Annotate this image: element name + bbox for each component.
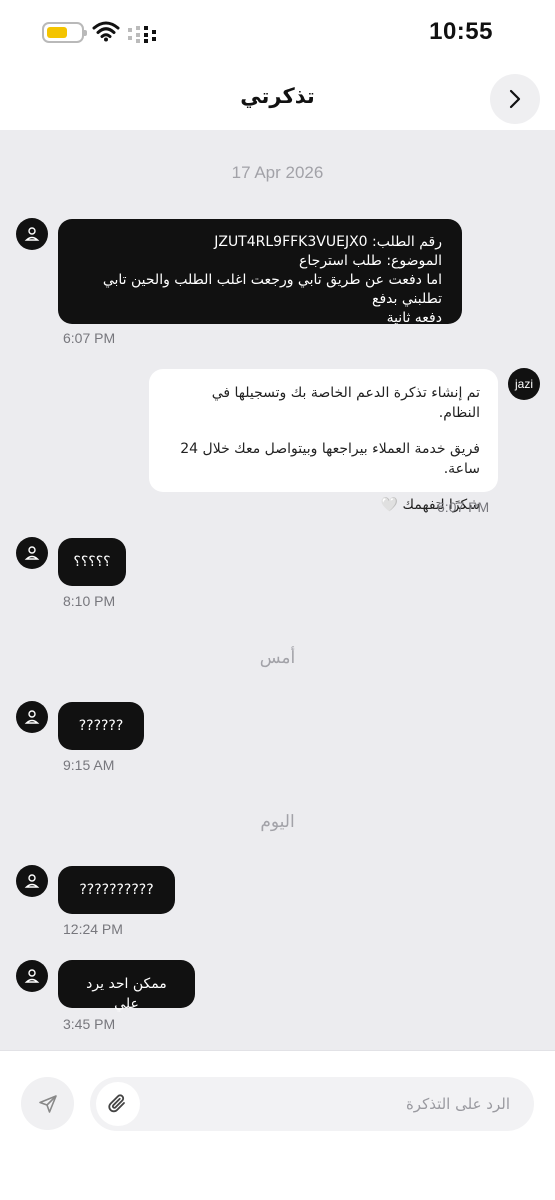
message-line: شكرًا لتفهمك 🤍 (380, 497, 480, 513)
message-bubble: ممكن احد يرد علي (58, 960, 195, 1012)
message-line: الموضوع: طلب استرجاع (299, 253, 442, 269)
user-icon (24, 227, 40, 241)
message-bubble: ?????????? (58, 866, 175, 914)
message-time: 12:24 PM (63, 921, 123, 937)
battery-icon (42, 22, 87, 43)
header: تذكرتي (0, 66, 555, 130)
chat-area[interactable]: 17 Apr 2026 رقم الطلب: JZUT4RL9FFK3VUEJX… (0, 130, 555, 1050)
status-time: 10:55 (429, 18, 493, 45)
message-line: اما دفعت عن طريق تابي ورجعت اغلب الطلب و… (102, 272, 442, 307)
message-time: 9:15 AM (63, 757, 115, 773)
agent-message-bubble: تم إنشاء تذكرة الدعم الخاصة بك وتسجيلها … (149, 369, 498, 513)
user-avatar (16, 960, 48, 992)
message-time: 6:07 PM (437, 499, 490, 515)
date-separator: أمس (259, 648, 296, 667)
send-button[interactable] (21, 1077, 74, 1130)
date-separator: اليوم (260, 812, 295, 831)
message-bubble: ?????? (58, 702, 144, 750)
agent-avatar: jazi (508, 368, 540, 400)
date-separator: 17 Apr 2026 (231, 163, 324, 182)
reply-input[interactable] (148, 1085, 510, 1123)
message-time: 6:07 PM (63, 330, 116, 346)
user-icon (24, 546, 40, 560)
message-bubble: رقم الطلب: JZUT4RL9FFK3VUEJX0 الموضوع: ط… (58, 219, 462, 326)
back-button[interactable] (490, 74, 540, 124)
user-avatar (16, 537, 48, 569)
attach-button[interactable] (96, 1082, 140, 1126)
message-line: تم إنشاء تذكرة الدعم الخاصة بك وتسجيلها … (211, 385, 480, 421)
chevron-right-icon (509, 89, 521, 109)
message-text: ممكن احد يرد علي (86, 976, 167, 1012)
page-title: تذكرتي (240, 84, 315, 108)
user-avatar (16, 218, 48, 250)
reply-field (90, 1077, 534, 1131)
message-time: 3:45 PM (63, 1016, 116, 1032)
message-text: ?????????? (79, 882, 154, 898)
user-icon (24, 710, 40, 724)
message-text: ؟؟؟؟؟ (73, 554, 111, 570)
send-icon (38, 1094, 57, 1113)
message-line: دفعه ثانية (386, 310, 442, 326)
paperclip-icon (108, 1094, 125, 1113)
message-line: رقم الطلب: JZUT4RL9FFK3VUEJX0 (214, 234, 442, 250)
message-time: 8:10 PM (63, 593, 116, 609)
message-bubble: ؟؟؟؟؟ (58, 538, 126, 586)
status-bar: 10:55 (0, 0, 555, 66)
wifi-icon (92, 21, 120, 42)
message-line: فريق خدمة العملاء بيراجعها وبيتواصل معك … (180, 441, 480, 477)
user-avatar (16, 865, 48, 897)
signal-icon (128, 26, 156, 43)
user-avatar (16, 701, 48, 733)
user-icon (24, 874, 40, 888)
composer (0, 1050, 555, 1200)
message-text: ?????? (78, 718, 124, 734)
user-icon (24, 969, 40, 983)
